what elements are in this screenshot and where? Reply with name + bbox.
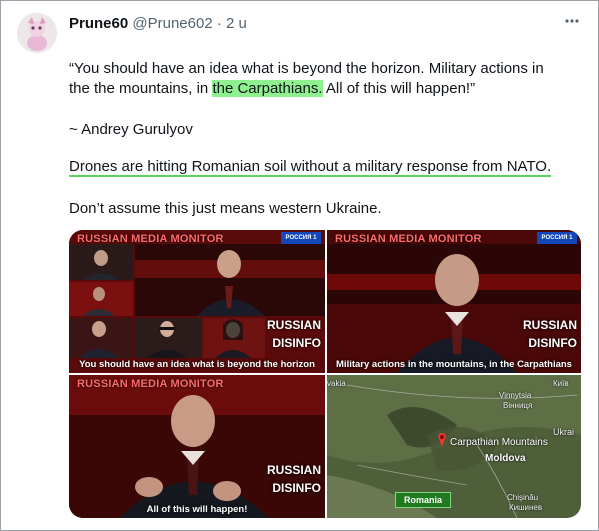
tweet-text-line-2: the the mountains, in the Carpathians. A… (69, 79, 475, 99)
tweet-header: Prune60 @Prune602 · 2 u (69, 15, 247, 32)
line2-after: All of this will happen!” (322, 80, 476, 97)
russian-disinfo-watermark: RUSSIAN DISINFO (523, 316, 577, 352)
attribution: ~ Andrey Gurulyov (69, 121, 193, 138)
map-label-vinnytsia: Vinnytsia (499, 391, 532, 400)
media-monitor-header: RUSSIAN MEDIA MONITOR (77, 233, 224, 245)
watermark-line-2: DISINFO (528, 336, 577, 350)
map-label-ukraine: Ukrai (553, 427, 575, 437)
avatar[interactable] (17, 13, 57, 53)
media-monitor-header: RUSSIAN MEDIA MONITOR (77, 378, 224, 390)
map-pin-label: Carpathian Mountains (450, 437, 548, 448)
more-horizontal-icon[interactable] (564, 13, 580, 34)
media-image-1[interactable]: RUSSIAN MEDIA MONITOR РОССИЯ 1 RUSSIAN DI… (69, 230, 325, 373)
nato-underlined: Drones are hitting Romanian soil without… (69, 158, 552, 177)
map-label-romania: Romania (395, 492, 452, 508)
map-label-chisinau: Chișinău (507, 493, 539, 502)
highlight-carpathians: the Carpathians. (212, 80, 323, 97)
tweet-card: Prune60 @Prune602 · 2 u “You should have… (0, 0, 599, 531)
separator-dot: · (216, 15, 222, 32)
watermark-line-1: RUSSIAN (522, 318, 577, 332)
timestamp[interactable]: 2 u (226, 15, 247, 32)
caption-3: All of this will happen! (146, 504, 248, 515)
closing-line: Don’t assume this just means western Ukr… (69, 200, 382, 217)
media-image-4-map[interactable]: vakia Vinnytsia Вінниця Київ Ukrai Carpa… (327, 375, 581, 518)
caption-1: You should have an idea what is beyond t… (79, 359, 315, 370)
russian-disinfo-watermark: RUSSIAN DISINFO (267, 461, 321, 497)
map-label-moldova: Moldova (485, 453, 526, 464)
channel-logo: РОССИЯ 1 (281, 232, 321, 244)
channel-logo: РОССИЯ 1 (537, 232, 577, 244)
media-image-2[interactable]: RUSSIAN MEDIA MONITOR РОССИЯ 1 RUSSIAN DI… (327, 230, 581, 373)
map-label-chisinau-2: Кишинев (509, 503, 543, 512)
tweet-text-line-1: “You should have an idea what is beyond … (69, 60, 544, 77)
map-label-vinnytsia-local: Вінниця (503, 401, 533, 410)
watermark-line-1: RUSSIAN (266, 318, 321, 332)
media-monitor-header: RUSSIAN MEDIA MONITOR (335, 233, 482, 245)
line2-before: the the mountains, in (69, 80, 213, 97)
media-image-3[interactable]: RUSSIAN MEDIA MONITOR RUSSIAN DISINFO All… (69, 375, 325, 518)
avatar-image (17, 13, 57, 53)
watermark-line-1: RUSSIAN (266, 463, 321, 477)
map-label-kyiv: Київ (553, 379, 569, 388)
map-label-slovakia: vakia (327, 379, 346, 388)
user-handle[interactable]: @Prune602 (132, 15, 212, 32)
more-dots-svg (565, 19, 579, 23)
display-name[interactable]: Prune60 (69, 15, 128, 32)
media-grid[interactable]: RUSSIAN MEDIA MONITOR РОССИЯ 1 RUSSIAN DI… (69, 230, 581, 518)
caption-2: Military actions in the mountains, in th… (336, 359, 572, 370)
watermark-line-2: DISINFO (272, 481, 321, 495)
nato-line: Drones are hitting Romanian soil without… (69, 157, 552, 177)
russian-disinfo-watermark: RUSSIAN DISINFO (267, 316, 321, 352)
watermark-line-2: DISINFO (272, 336, 321, 350)
